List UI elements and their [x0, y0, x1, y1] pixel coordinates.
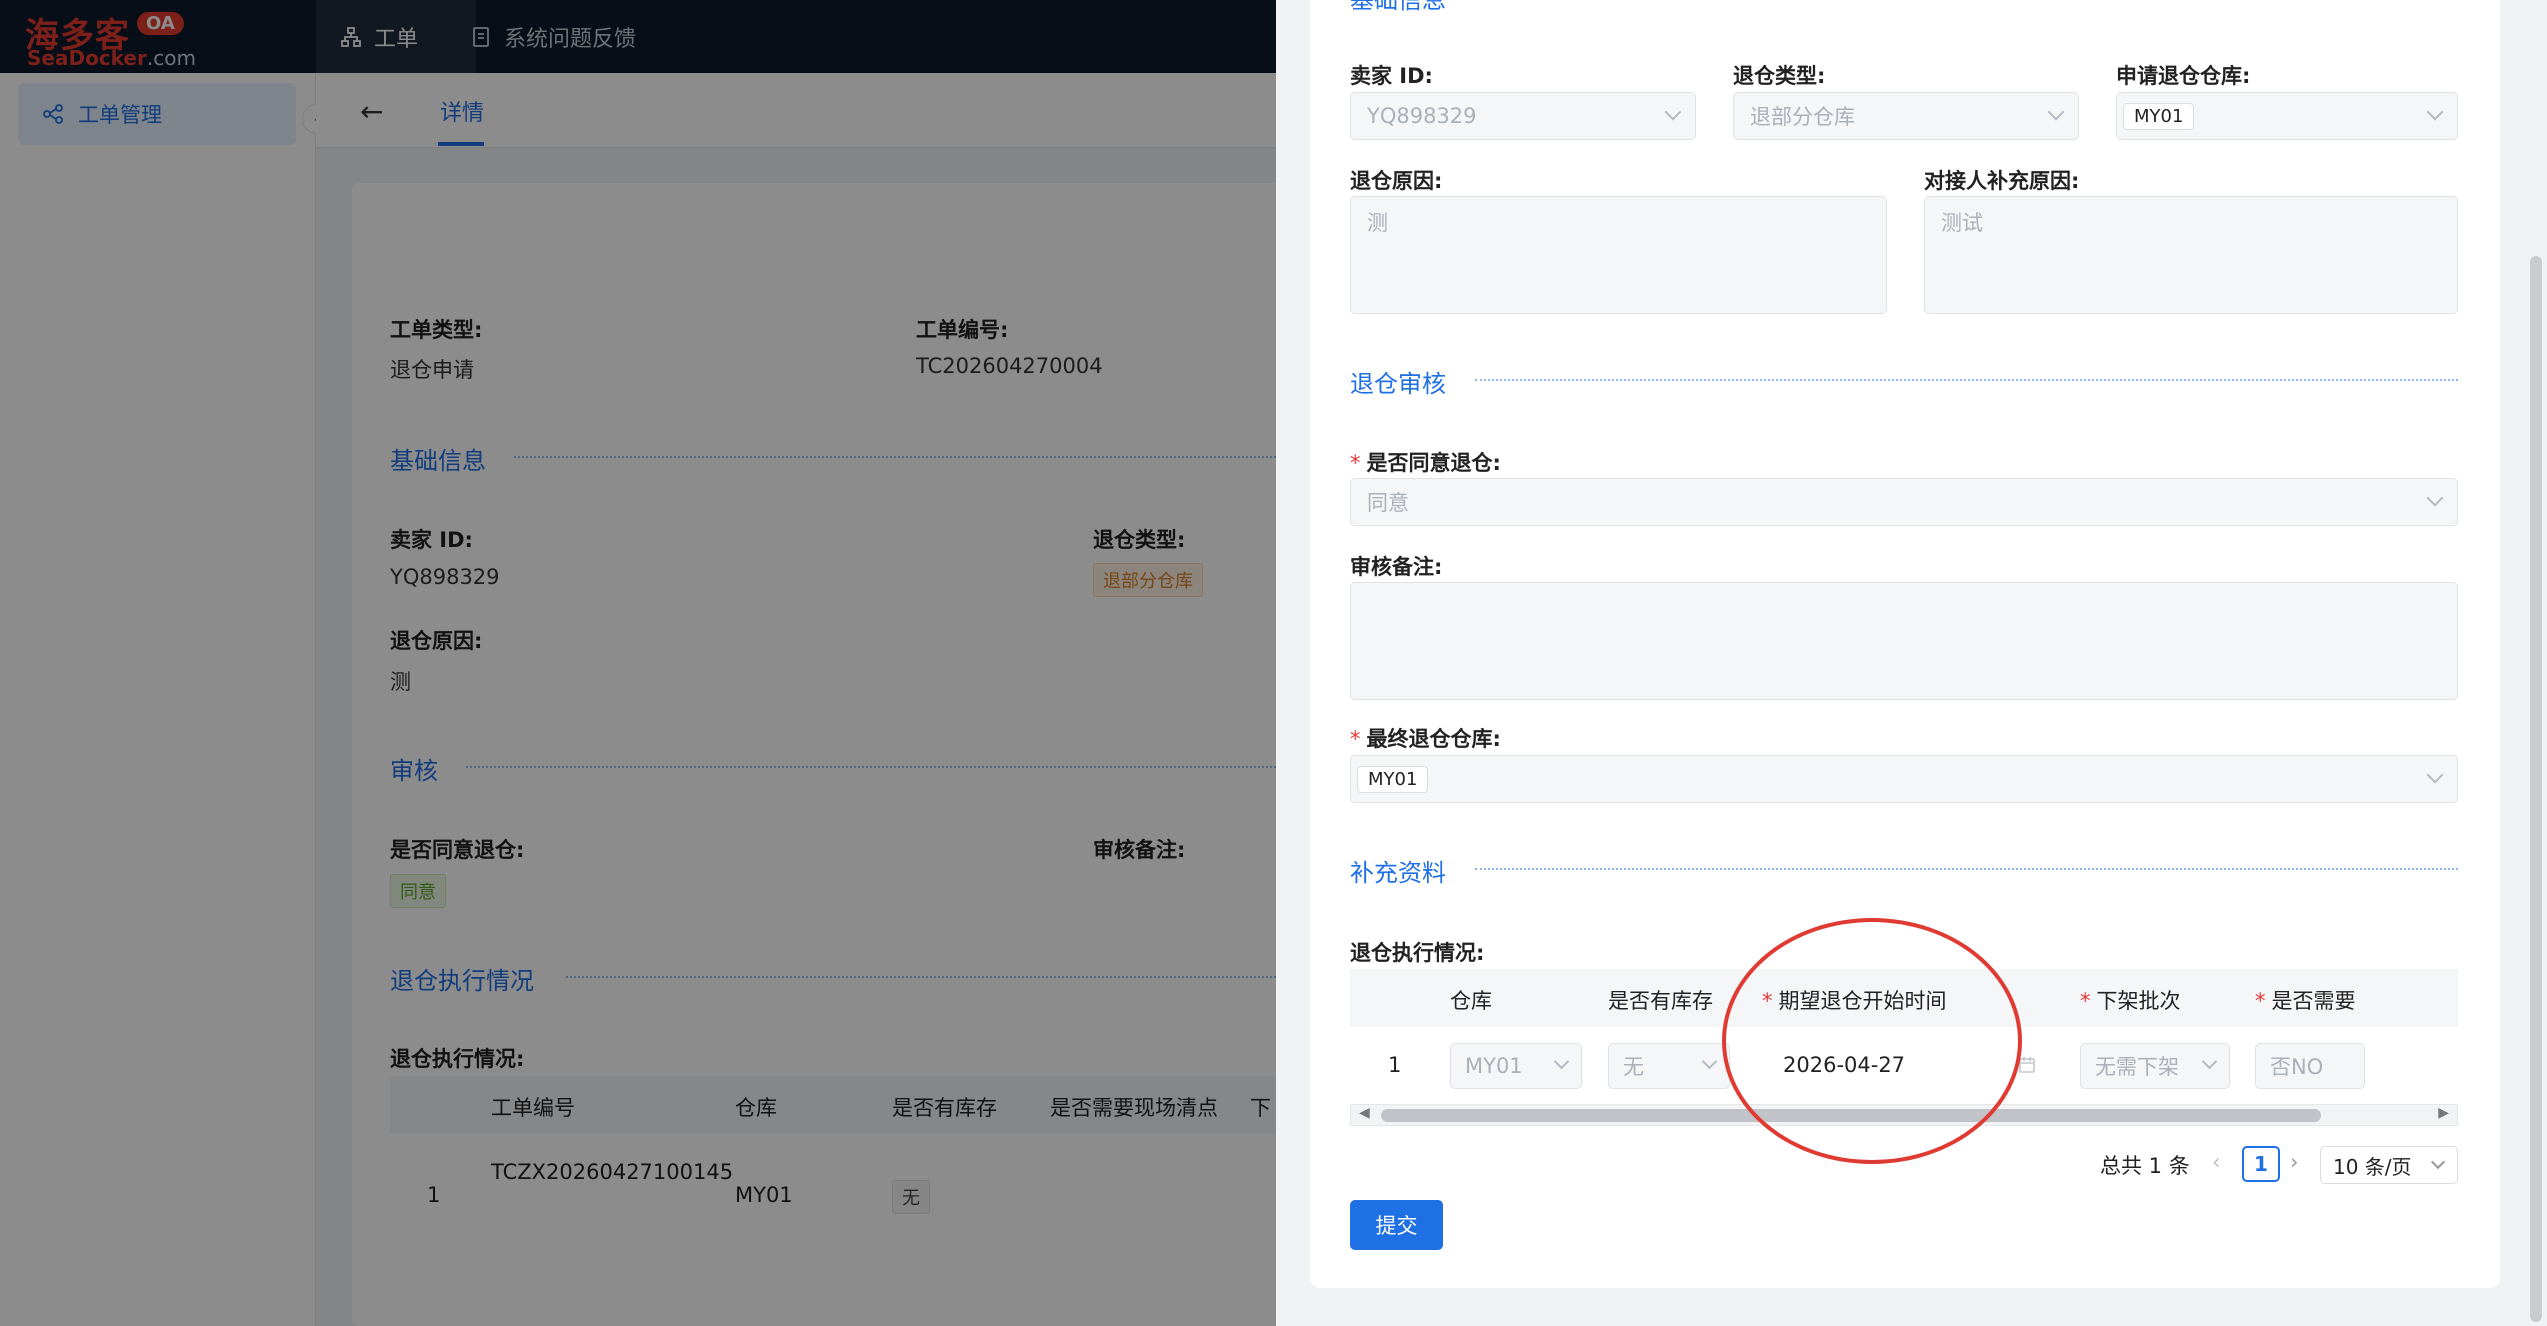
page-size-value: 10 条/页 [2333, 1154, 2412, 1179]
agree-select[interactable]: 同意 [1350, 478, 2458, 526]
required-mark: * [2255, 989, 2266, 1013]
row-warehouse-value: MY01 [1465, 1054, 1523, 1078]
chevron-down-icon [2426, 103, 2444, 121]
drawer-section-audit: 退仓审核 [1350, 370, 1446, 398]
agree-label: * 是否同意退仓: [1350, 447, 1501, 477]
column-header-text: 下架批次 [2096, 989, 2181, 1013]
column-header: 是否有库存 [1608, 989, 1713, 1013]
required-mark: * [1350, 727, 1361, 751]
row-stock-value: 无 [1623, 1055, 1644, 1079]
apply-warehouse-select[interactable]: MY01 [2116, 92, 2458, 140]
modal-overlay[interactable] [0, 0, 1276, 1326]
column-header-text: 是否需要 [2271, 989, 2356, 1013]
chevron-down-icon [2430, 1154, 2446, 1170]
agree-label-text: 是否同意退仓: [1366, 451, 1501, 475]
section-divider [1475, 868, 2458, 870]
row-need-select[interactable]: 否NO [2255, 1043, 2365, 1089]
annotation-circle [1722, 918, 2022, 1164]
next-page-icon[interactable]: › [2290, 1150, 2298, 1174]
seller-id-select-value: YQ898329 [1367, 104, 1477, 128]
audit-note-textarea[interactable] [1350, 582, 2458, 700]
reason-label: 退仓原因: [1350, 169, 1443, 193]
row-need-value: 否NO [2270, 1055, 2324, 1079]
exec-label: 退仓执行情况: [1350, 941, 1485, 965]
return-type-select[interactable]: 退部分仓库 [1733, 92, 2079, 140]
required-mark: * [2080, 989, 2091, 1013]
column-header: * 是否需要 [2255, 985, 2405, 1015]
chevron-down-icon [1553, 1053, 1570, 1070]
column-header: 仓库 [1450, 989, 1492, 1013]
final-warehouse-select[interactable]: MY01 [1350, 755, 2458, 803]
drawer-section-extra: 补充资料 [1350, 859, 1446, 887]
seller-id-label: 卖家 ID: [1350, 64, 1433, 88]
warehouse-chip: MY01 [1357, 765, 1429, 793]
drawer-section-basic-partial: 基础信息 [1350, 0, 1446, 14]
audit-note-label: 审核备注: [1350, 555, 1443, 579]
prev-page-icon[interactable]: ‹ [2212, 1150, 2220, 1174]
final-warehouse-label-text: 最终退仓仓库: [1366, 727, 1501, 751]
scroll-left-icon[interactable]: ◀ [1359, 1105, 1370, 1121]
calendar-icon[interactable] [2018, 1056, 2036, 1074]
page-number-button[interactable]: 1 [2242, 1146, 2280, 1182]
warehouse-chip: MY01 [2123, 102, 2195, 130]
page-size-select[interactable]: 10 条/页 [2320, 1146, 2458, 1184]
chevron-down-icon [2047, 103, 2065, 121]
apply-warehouse-label: 申请退仓仓库: [2116, 64, 2251, 88]
supplement-reason-label: 对接人补充原因: [1924, 169, 2080, 193]
row-batch-select[interactable]: 无需下架 [2080, 1043, 2230, 1089]
supplement-reason-textarea[interactable]: 测试 [1924, 196, 2458, 314]
seller-id-select[interactable]: YQ898329 [1350, 92, 1696, 140]
chevron-down-icon [2426, 489, 2444, 507]
chevron-down-icon [2201, 1053, 2218, 1070]
return-type-label: 退仓类型: [1733, 64, 1826, 88]
submit-button[interactable]: 提交 [1350, 1200, 1443, 1250]
final-warehouse-label: * 最终退仓仓库: [1350, 723, 1501, 753]
section-divider [1475, 379, 2458, 381]
row-warehouse-select[interactable]: MY01 [1450, 1043, 1582, 1089]
row-index: 1 [1388, 1053, 1402, 1077]
drawer-scrollbar[interactable] [2530, 256, 2542, 1322]
chevron-down-icon [2426, 766, 2444, 784]
chevron-down-icon [1701, 1053, 1718, 1070]
agree-select-value: 同意 [1367, 491, 1409, 515]
row-stock-select[interactable]: 无 [1608, 1043, 1730, 1089]
return-type-select-value: 退部分仓库 [1750, 105, 1855, 129]
required-mark: * [1350, 451, 1361, 475]
chevron-down-icon [1664, 103, 1682, 121]
reason-textarea[interactable]: 测 [1350, 196, 1887, 314]
scroll-right-icon[interactable]: ▶ [2438, 1105, 2449, 1121]
pagination-total: 总共 1 条 [2100, 1154, 2190, 1178]
column-header: * 下架批次 [2080, 985, 2181, 1015]
row-batch-value: 无需下架 [2095, 1055, 2179, 1079]
